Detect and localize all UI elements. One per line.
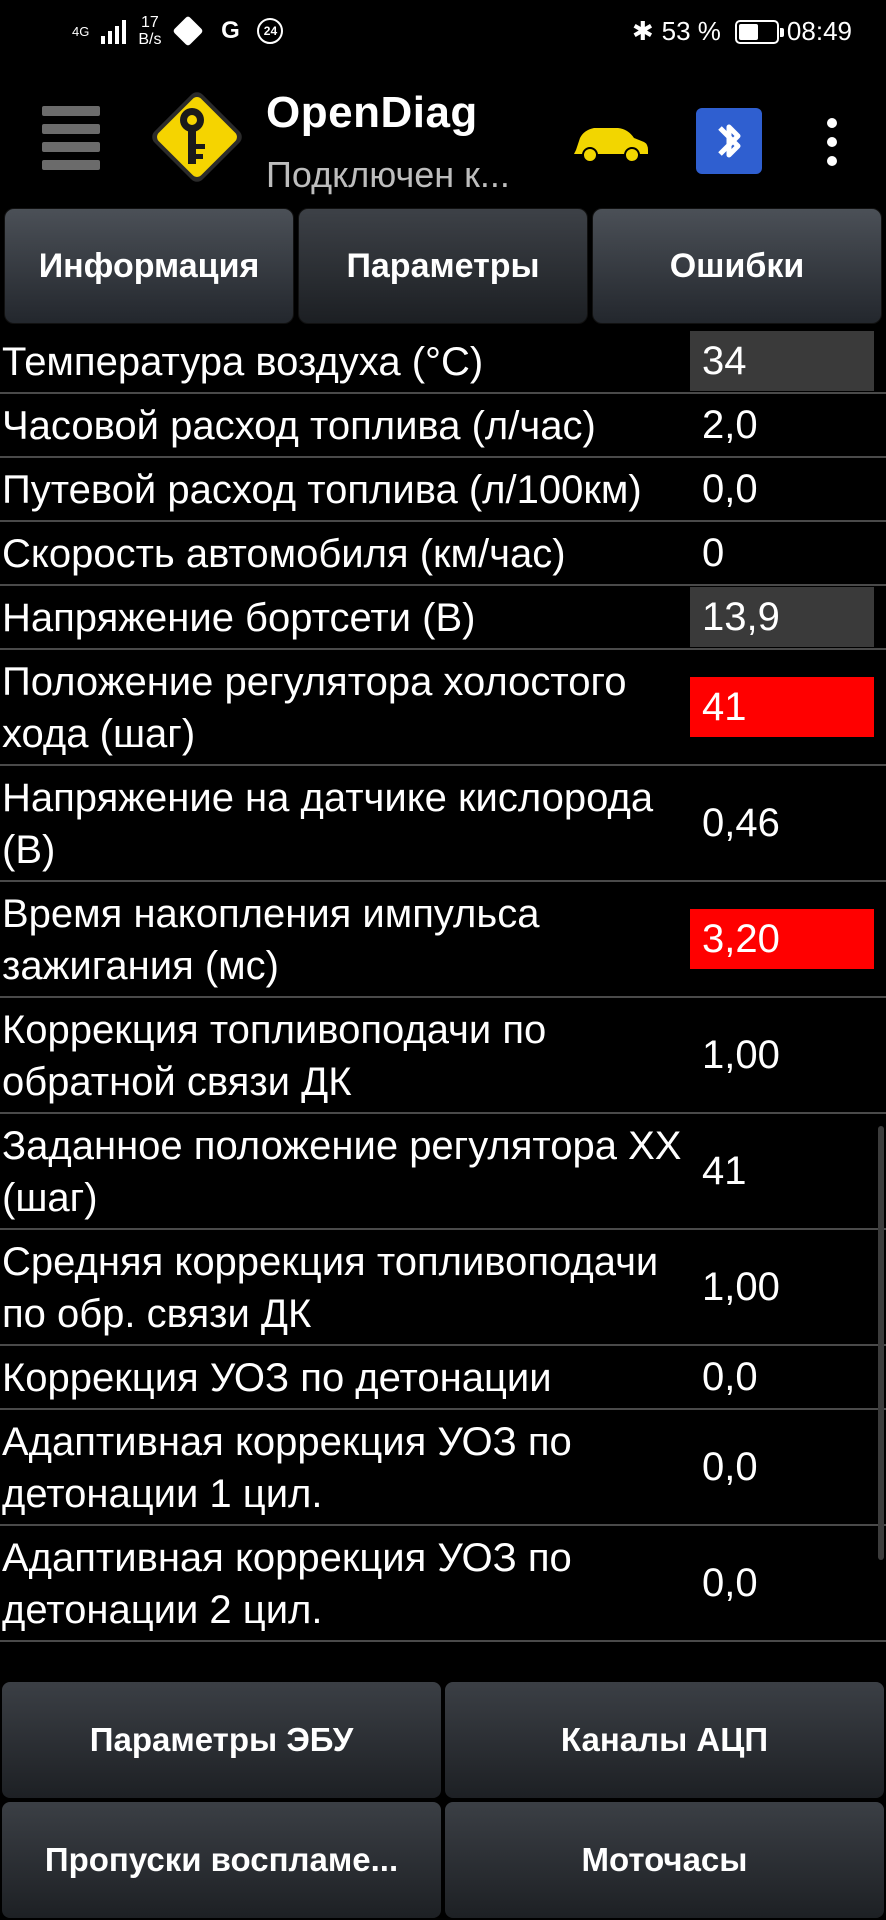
battery-percent: 53 %	[661, 16, 721, 46]
param-value-text: 0,0	[702, 466, 758, 511]
scrollbar[interactable]	[878, 1126, 884, 1560]
network-speed: 17 B/s	[138, 14, 162, 48]
param-value-text: 13,9	[690, 587, 874, 647]
status-left: 4G 17 B/s G 24	[72, 14, 284, 48]
param-name: Коррекция топливоподачи по обратной связ…	[2, 1008, 547, 1104]
param-name: Напряжение бортсети (В)	[2, 596, 476, 640]
connection-status: Подключен к...	[266, 154, 510, 195]
param-name: Путевой расход топлива (л/100км)	[2, 468, 642, 512]
param-name: Средняя коррекция топливоподачи по обр. …	[2, 1240, 659, 1336]
param-value-text: 2,0	[702, 402, 758, 447]
bottom-button-grid: Параметры ЭБУ Каналы АЦП Пропуски воспла…	[0, 1680, 886, 1920]
navigation-icon	[172, 15, 205, 47]
param-value-text: 3,20	[690, 909, 874, 969]
param-value: 13,9	[690, 586, 886, 648]
param-name: Положение регулятора холостого хода (шаг…	[2, 660, 627, 756]
app-bar: OpenDiag Подключен к...	[0, 70, 886, 210]
tab-errors[interactable]: Ошибки	[592, 208, 882, 324]
adc-channels-button[interactable]: Каналы АЦП	[445, 1682, 884, 1798]
google-icon: G	[221, 17, 240, 44]
param-value: 0,0	[690, 458, 886, 520]
param-value-text: 0,0	[702, 1560, 758, 1605]
notification-badge-icon: 24	[257, 18, 284, 44]
tab-info[interactable]: Информация	[4, 208, 294, 324]
car-icon[interactable]	[570, 120, 650, 164]
status-bar: 4G 17 B/s G 24 ✱ 53 % 08:49	[0, 0, 886, 70]
table-row[interactable]: Коррекция УОЗ по детонации 0,0	[0, 1346, 886, 1410]
param-value: 41	[690, 1114, 886, 1228]
hamburger-menu-icon[interactable]	[42, 106, 100, 170]
param-value: 0	[690, 522, 886, 584]
param-name: Коррекция УОЗ по детонации	[2, 1356, 552, 1400]
param-name: Скорость автомобиля (км/час)	[2, 532, 566, 576]
clock: 08:49	[786, 16, 852, 46]
param-value-text: 0,46	[702, 800, 780, 845]
param-value: 0,0	[690, 1346, 886, 1408]
param-name: Часовой расход топлива (л/час)	[2, 404, 596, 448]
tab-parameters[interactable]: Параметры	[298, 208, 588, 324]
table-row[interactable]: Скорость автомобиля (км/час) 0	[0, 522, 886, 586]
param-value-text: 1,00	[702, 1264, 780, 1309]
param-value: 41	[690, 650, 886, 764]
param-name: Напряжение на датчике кислорода (В)	[2, 776, 654, 872]
app-title: OpenDiag	[266, 88, 478, 137]
table-row[interactable]: Часовой расход топлива (л/час) 2,0	[0, 394, 886, 458]
table-row[interactable]: Положение регулятора холостого хода (шаг…	[0, 650, 886, 766]
param-value-text: 41	[702, 1148, 747, 1193]
param-value-text: 0,0	[702, 1444, 758, 1489]
table-row[interactable]: Напряжение бортсети (В) 13,9	[0, 586, 886, 650]
table-row[interactable]: Коррекция топливоподачи по обратной связ…	[0, 998, 886, 1114]
param-value: 1,00	[690, 998, 886, 1112]
signal-icon	[101, 18, 127, 44]
overflow-menu-icon[interactable]	[824, 118, 840, 166]
param-value: 34	[690, 330, 886, 392]
param-value: 0,0	[690, 1410, 886, 1524]
param-value-text: 34	[690, 331, 874, 391]
param-name: Адаптивная коррекция УОЗ по детонации 1 …	[2, 1420, 572, 1516]
table-row[interactable]: Адаптивная коррекция УОЗ по детонации 1 …	[0, 1410, 886, 1526]
app-logo-key-icon	[152, 92, 242, 182]
param-value: 1,00	[690, 1230, 886, 1344]
network-type: 4G	[72, 23, 90, 39]
table-row[interactable]: Время накопления импульса зажигания (мс)…	[0, 882, 886, 998]
param-value-text: 41	[690, 677, 874, 737]
param-name: Заданное положение регулятора ХХ (шаг)	[2, 1124, 682, 1220]
param-value-text: 0	[702, 530, 725, 575]
param-value: 3,20	[690, 882, 886, 996]
table-row[interactable]: Адаптивная коррекция УОЗ по детонации 2 …	[0, 1526, 886, 1642]
parameter-list[interactable]: Температура воздуха (°C) 34 Часовой расход…	[0, 330, 886, 1670]
table-row[interactable]: Средняя коррекция топливоподачи по обр. …	[0, 1230, 886, 1346]
param-value-text: 1,00	[702, 1032, 780, 1077]
param-name: Адаптивная коррекция УОЗ по детонации 2 …	[2, 1536, 572, 1632]
table-row[interactable]: Напряжение на датчике кислорода (В) 0,46	[0, 766, 886, 882]
battery-icon	[734, 19, 784, 44]
status-right: ✱ 53 % 08:49	[632, 16, 852, 47]
param-value: 0,0	[690, 1526, 886, 1640]
param-value-text: 0,0	[702, 1354, 758, 1399]
table-row[interactable]: Заданное положение регулятора ХХ (шаг) 41	[0, 1114, 886, 1230]
param-name: Температура воздуха (°C)	[2, 340, 484, 384]
table-row[interactable]: Путевой расход топлива (л/100км) 0,0	[0, 458, 886, 522]
misfires-button[interactable]: Пропуски воспламе...	[2, 1802, 441, 1918]
ecu-params-button[interactable]: Параметры ЭБУ	[2, 1682, 441, 1798]
tab-bar: Информация Параметры Ошибки	[0, 208, 886, 326]
param-value: 0,46	[690, 766, 886, 880]
param-value: 2,0	[690, 394, 886, 456]
table-row[interactable]: Температура воздуха (°C) 34	[0, 330, 886, 394]
engine-hours-button[interactable]: Моточасы	[445, 1802, 884, 1918]
bluetooth-icon: ✱	[631, 16, 654, 46]
param-name: Время накопления импульса зажигания (мс)	[2, 892, 540, 988]
bluetooth-elm-icon[interactable]	[694, 106, 764, 176]
